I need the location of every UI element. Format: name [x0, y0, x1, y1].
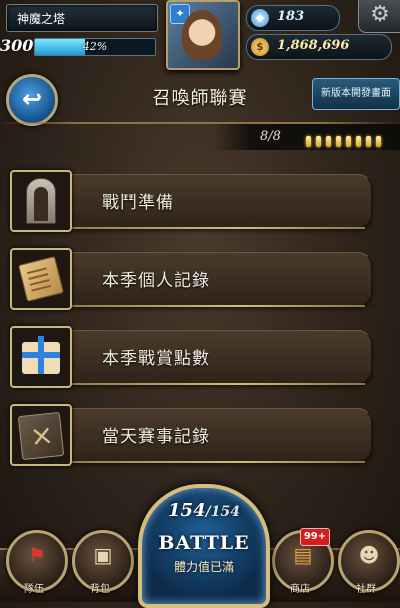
coins-counter[interactable]: $ 1,868,696 [246, 34, 392, 60]
ticket-pip [356, 136, 361, 147]
ticket-pip [376, 136, 381, 147]
back-arrow-icon: ↩ [21, 85, 43, 113]
page-title: 召喚師聯賽 [152, 88, 248, 109]
menu-item-battle-prep[interactable]: 戰鬥準備 [10, 170, 372, 232]
menu-label: 戰鬥準備 [102, 193, 174, 213]
exp-percent: 42% [82, 40, 108, 53]
gems-value: 183 [277, 9, 305, 24]
ticket-pip [306, 136, 311, 147]
nav-team-label: 隊伍 [24, 584, 44, 595]
backpack-icon: ▣ [93, 543, 113, 567]
stamina-full-text: 體力值已滿 [173, 560, 234, 574]
menu-bar [50, 330, 372, 385]
ticket-pip [346, 136, 351, 147]
menu-bar [50, 252, 372, 307]
coins-value: 1,868,696 [277, 38, 350, 53]
player-avatar[interactable]: ✦ [166, 0, 240, 70]
menu-label: 本季戰賞點數 [102, 349, 210, 369]
gems-counter[interactable]: ◆ 183 [246, 5, 340, 31]
diamond-icon: ◆ [251, 9, 269, 27]
exp-bar: 42% [34, 38, 156, 56]
new-version-preview-button[interactable]: 新版本開發畫面 [312, 78, 400, 110]
menu-label: 本季個人記錄 [102, 271, 210, 291]
gear-icon: ⚙ [370, 2, 390, 27]
nav-shop-label: 商店 [290, 584, 310, 595]
ticket-pip [336, 136, 341, 147]
menu-item-daily-match-record[interactable]: 當天賽事記錄 [10, 404, 372, 466]
gift-icon [10, 326, 72, 388]
door-icon [10, 170, 72, 232]
menu-item-season-reward-points[interactable]: 本季戰賞點數 [10, 326, 372, 388]
treasure-chest-icon: ▤ [293, 543, 313, 567]
player-level: 300 [0, 36, 34, 55]
stamina-current: 154 [168, 500, 206, 521]
battle-label: BATTLE [158, 532, 250, 554]
coin-icon: $ [251, 38, 269, 56]
player-status-panel: 神魔之塔 300 42% [0, 0, 170, 70]
avatar-portrait [182, 10, 222, 60]
menu-bar [50, 174, 372, 229]
friends-icon: ☻ [358, 543, 380, 567]
stamina-display: 154/154 [142, 500, 266, 521]
stamina-max: /154 [205, 504, 240, 520]
settings-gear-button[interactable]: ⚙ [358, 0, 400, 33]
book-icon [10, 404, 72, 466]
battle-button[interactable]: 154/154 BATTLE 體力值已滿 [138, 484, 270, 608]
menu-item-season-record[interactable]: 本季個人記錄 [10, 248, 372, 310]
flag-icon: ⚑ [28, 543, 46, 567]
nav-bag-label: 背包 [90, 584, 110, 595]
game-title-box: 神魔之塔 [6, 4, 158, 32]
nav-social-label: 社群 [356, 584, 376, 595]
ticket-pips [306, 132, 386, 151]
back-button[interactable]: ↩ [6, 74, 58, 126]
menu-bar [50, 408, 372, 463]
ticket-pip [366, 136, 371, 147]
shop-notification-badge: 99+ [300, 528, 330, 546]
ticket-panel: 8/8 [214, 124, 400, 150]
ticket-count: 8/8 [260, 129, 281, 144]
ticket-pip [316, 136, 321, 147]
menu-label: 當天賽事記錄 [102, 427, 210, 447]
ticket-pip [326, 136, 331, 147]
scroll-icon [10, 248, 72, 310]
game-title: 神魔之塔 [17, 12, 66, 26]
